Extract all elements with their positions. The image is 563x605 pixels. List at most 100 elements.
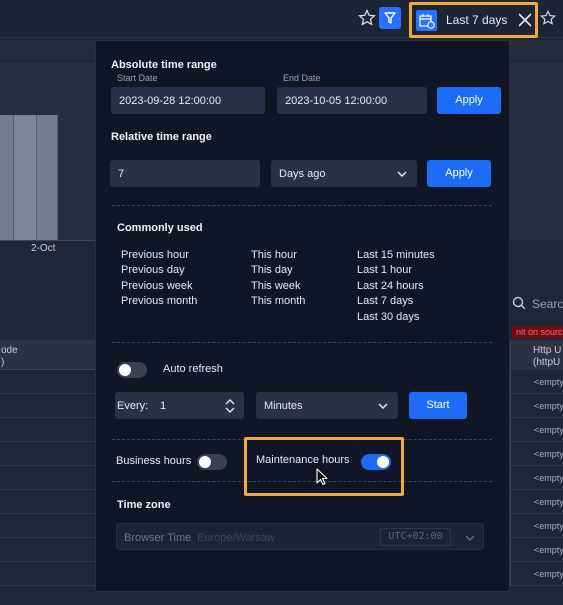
common-column-previous: Previous hour Previous day Previous week… (121, 248, 197, 310)
business-hours-label: Business hours (116, 455, 192, 467)
chart-bar (14, 115, 37, 240)
time-range-chip[interactable]: Last 7 days (409, 2, 538, 38)
end-date-input[interactable]: 2023-10-05 12:00:00 (277, 87, 427, 114)
table-row[interactable]: <empty (510, 539, 563, 562)
every-label: Every: (117, 400, 149, 412)
time-range-label: Last 7 days (446, 13, 508, 27)
table-row[interactable] (0, 539, 95, 562)
common-option[interactable]: This day (251, 263, 305, 278)
table-cell: <empty (534, 473, 563, 483)
common-option[interactable]: Last 7 days (357, 294, 435, 309)
relative-amount-input[interactable]: 7 (110, 160, 260, 187)
table-row[interactable] (0, 443, 95, 466)
start-date-label: Start Date (117, 73, 158, 83)
table-row[interactable] (0, 515, 95, 538)
table-row[interactable] (0, 467, 95, 490)
common-option[interactable]: This week (251, 279, 305, 294)
start-date-input[interactable]: 2023-09-28 12:00:00 (111, 87, 265, 114)
relative-unit-value: Days ago (279, 168, 326, 180)
chart-axis (0, 240, 95, 241)
relative-range-title: Relative time range (111, 131, 212, 143)
chevron-down-icon (465, 535, 475, 542)
column-header: Http U (533, 345, 562, 356)
time-range-popup: Absolute time range Start Date End Date … (95, 40, 510, 592)
chart-bar (0, 115, 14, 240)
common-option[interactable]: Last 24 hours (357, 279, 435, 294)
table-header-left: ode ) (0, 340, 95, 370)
filter-button[interactable] (379, 7, 401, 29)
search-input[interactable]: Searc (532, 297, 563, 311)
every-value[interactable]: 1 (160, 400, 166, 412)
search-icon[interactable] (512, 296, 526, 310)
stepper-arrows-icon[interactable] (225, 398, 235, 414)
relative-unit-select[interactable]: Days ago (271, 160, 417, 187)
table-cell: <empty (534, 377, 563, 387)
column-header: (httpU (533, 357, 561, 368)
commonly-used-title: Commonly used (117, 222, 203, 234)
common-option[interactable]: Last 15 minutes (357, 248, 435, 263)
refresh-unit-value: Minutes (264, 400, 303, 412)
common-column-last: Last 15 minutes Last 1 hour Last 24 hour… (357, 248, 435, 325)
common-option[interactable]: Previous week (121, 279, 197, 294)
bookmark-star-icon[interactable] (539, 9, 557, 27)
histogram-chart (0, 62, 95, 240)
absolute-range-title: Absolute time range (111, 59, 217, 71)
toggle-knob (199, 456, 211, 468)
column-header: ode (1, 345, 18, 356)
auto-refresh-toggle[interactable] (117, 362, 147, 378)
table-row[interactable]: <empty (510, 419, 563, 442)
table-row[interactable]: <empty (510, 467, 563, 490)
business-hours-toggle[interactable] (197, 454, 227, 470)
top-toolbar: Last 7 days (0, 0, 563, 38)
common-option[interactable]: Previous day (121, 263, 197, 278)
common-option[interactable]: Previous hour (121, 248, 197, 263)
table-cell: <empty (534, 425, 563, 435)
table-row[interactable]: <empty (510, 395, 563, 418)
relative-apply-button[interactable]: Apply (427, 160, 491, 187)
table-cell: <empty (534, 545, 563, 555)
table-header-right: Http U (httpU (510, 340, 563, 370)
x-tick-label: 2-Oct (31, 243, 56, 254)
table-row[interactable]: <empty (510, 563, 563, 586)
table-cell: <empty (534, 449, 563, 459)
calendar-clock-icon (416, 10, 437, 31)
chart-right-area (510, 62, 563, 240)
filter-icon (384, 12, 396, 24)
chevron-down-icon (397, 171, 407, 178)
divider (112, 205, 492, 206)
warning-banner: nit on source (512, 326, 563, 338)
table-row[interactable] (0, 563, 95, 586)
favorite-star-icon[interactable] (357, 8, 377, 28)
refresh-start-button[interactable]: Start (409, 392, 467, 419)
common-option[interactable]: This hour (251, 248, 305, 263)
divider (112, 342, 492, 343)
close-icon[interactable] (515, 10, 535, 30)
toggle-knob (119, 364, 131, 376)
table-row[interactable]: <empty (510, 371, 563, 394)
table-row[interactable] (0, 419, 95, 442)
mouse-cursor-icon (316, 468, 328, 486)
chart-bar (37, 115, 58, 240)
common-option[interactable]: This month (251, 294, 305, 309)
maintenance-hours-highlight (244, 437, 404, 496)
common-option[interactable]: Last 30 days (357, 310, 435, 325)
table-row[interactable] (0, 395, 95, 418)
time-zone-region: Europe/Warsaw (197, 532, 275, 544)
table-cell: <empty (534, 401, 563, 411)
refresh-unit-select[interactable]: Minutes (256, 392, 398, 419)
common-option[interactable]: Last 1 hour (357, 263, 435, 278)
common-column-this: This hour This day This week This month (251, 248, 305, 310)
table-row[interactable]: <empty (510, 515, 563, 538)
table-row[interactable] (0, 371, 95, 394)
table-row[interactable] (0, 491, 95, 514)
time-zone-select[interactable]: Browser Time Europe/Warsaw UTC+02:00 (116, 523, 484, 550)
table-row[interactable]: <empty (510, 491, 563, 514)
table-cell: <empty (534, 569, 563, 579)
table-cell: <empty (534, 497, 563, 507)
common-option[interactable]: Previous month (121, 294, 197, 309)
table-row[interactable]: <empty (510, 443, 563, 466)
time-zone-title: Time zone (117, 499, 171, 511)
time-zone-offset: UTC+02:00 (380, 528, 451, 546)
absolute-apply-button[interactable]: Apply (437, 87, 501, 114)
auto-refresh-label: Auto refresh (163, 363, 223, 375)
